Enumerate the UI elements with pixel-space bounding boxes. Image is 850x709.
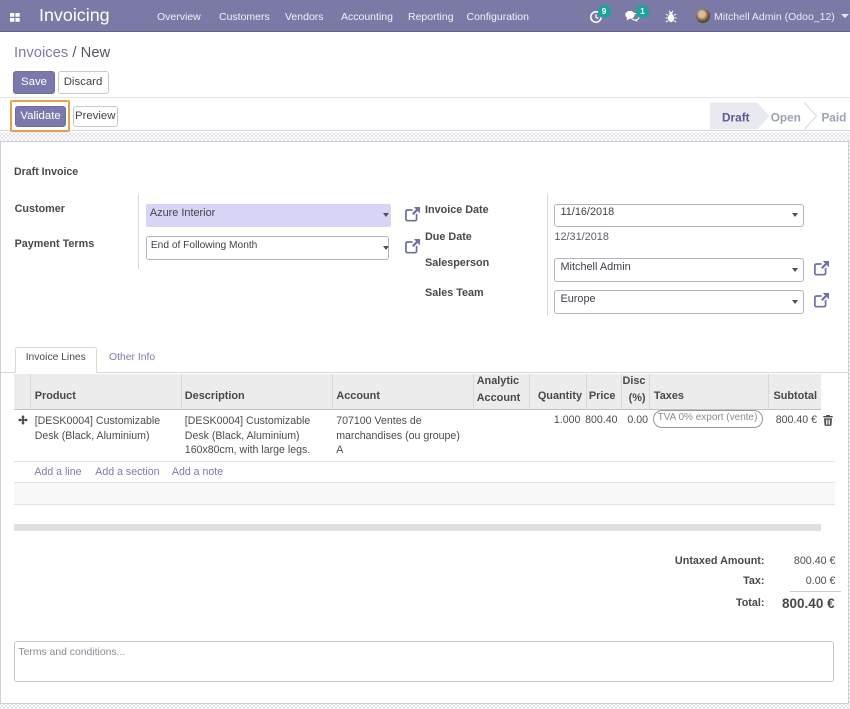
svg-text:Open: Open: [771, 110, 801, 124]
svg-text:Draft: Draft: [722, 110, 750, 124]
svg-text:Paid: Paid: [821, 110, 846, 124]
